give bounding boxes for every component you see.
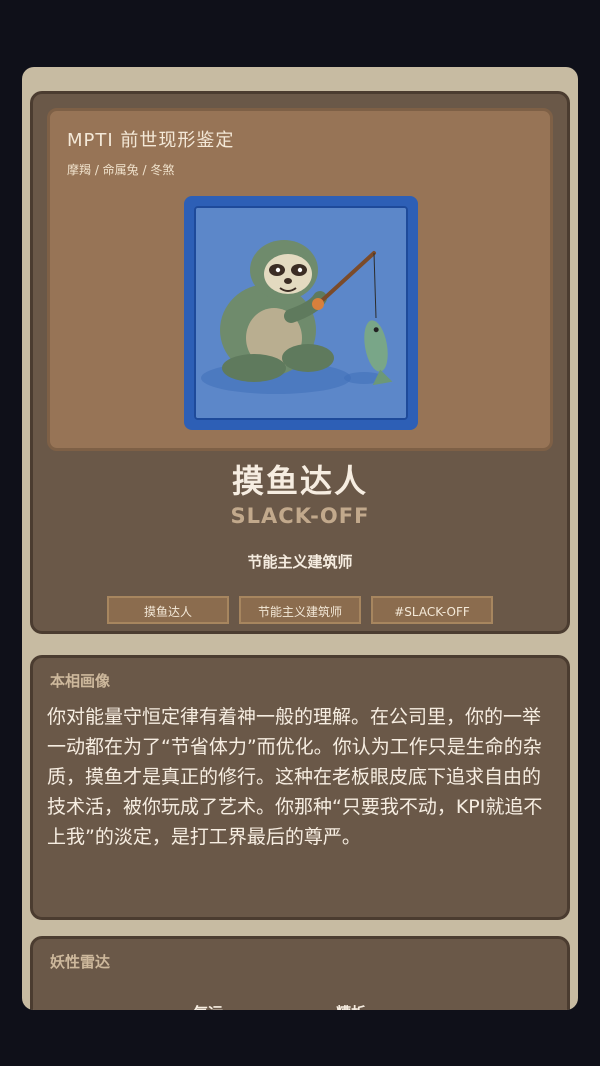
result-frame: MPTI 前世现形鉴定 摩羯 / 命属兔 / 冬煞 摸鱼达人 SLACK-OFF… — [22, 67, 578, 1010]
identity-banner: MPTI 前世现形鉴定 摩羯 / 命属兔 / 冬煞 — [47, 108, 553, 451]
tag-list: 摸鱼达人 节能主义建筑师 #SLACK-OFF — [33, 596, 567, 624]
radar-label: 妖性雷达 — [50, 953, 111, 971]
tag-item: 摸鱼达人 — [107, 596, 229, 624]
character-name-cn: 摸鱼达人 — [231, 462, 368, 500]
description-card: 本相画像 你对能量守恒定律有着神一般的理解。在公司里，你的一举一动都在为了“节省… — [30, 655, 570, 920]
tag-item: #SLACK-OFF — [371, 596, 493, 624]
tag-item: 节能主义建筑师 — [239, 596, 361, 624]
sloth-illustration-svg — [196, 208, 406, 418]
identity-card: MPTI 前世现形鉴定 摩羯 / 命属兔 / 冬煞 摸鱼达人 SLACK-OFF… — [30, 91, 570, 634]
sloth-fishing-illustration — [194, 206, 408, 420]
description-text: 你对能量守恒定律有着神一般的理解。在公司里，你的一举一动都在为了“节省体力”而优… — [47, 706, 543, 848]
character-subtitle: 节能主义建筑师 — [247, 553, 353, 571]
radar-axis-label: 糟析 — [336, 1002, 366, 1010]
character-name-en: SLACK-OFF — [230, 504, 370, 528]
banner-subtitle: 摩羯 / 命属兔 / 冬煞 — [67, 163, 175, 177]
portrait-frame — [184, 196, 418, 430]
description-label: 本相画像 — [50, 672, 111, 690]
radar-axis-label: 气运 — [193, 1002, 223, 1010]
banner-title: MPTI 前世现形鉴定 — [67, 130, 235, 151]
radar-card: 妖性雷达 气运 糟析 — [30, 936, 570, 1010]
